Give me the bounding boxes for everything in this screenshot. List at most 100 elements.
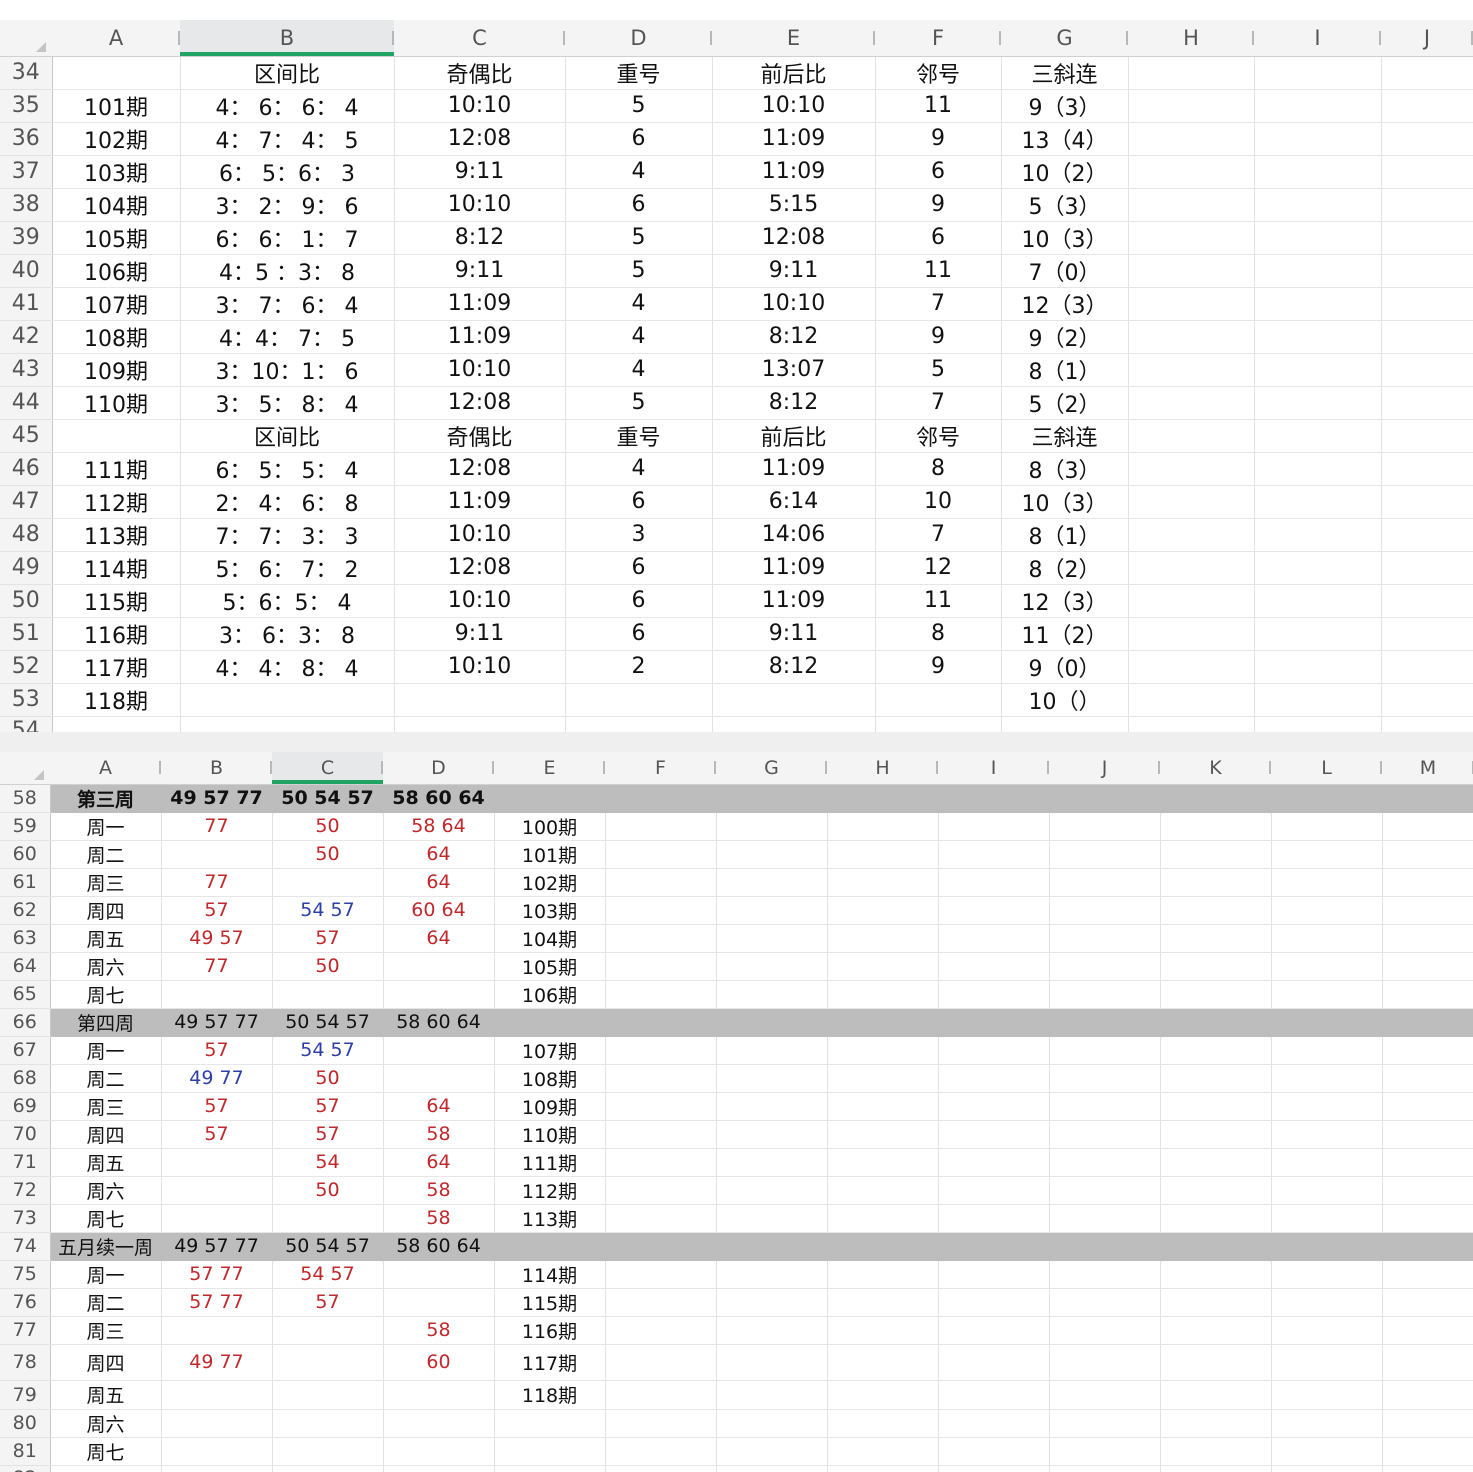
cell-i36[interactable] <box>1254 122 1382 156</box>
top-column-header-h[interactable]: H <box>1128 20 1254 57</box>
cell-j59[interactable] <box>1049 812 1161 841</box>
cell-c73[interactable] <box>272 1204 384 1233</box>
cell-h76[interactable] <box>827 1288 939 1317</box>
cell-b76[interactable]: 57 77 <box>161 1288 273 1317</box>
cell-g61[interactable] <box>716 868 828 897</box>
cell-k63[interactable] <box>1160 924 1272 953</box>
cell-d35[interactable]: 5 <box>565 89 713 123</box>
cell-g73[interactable] <box>716 1204 828 1233</box>
row-header[interactable]: 42 <box>0 320 53 354</box>
cell-h38[interactable] <box>1128 188 1255 222</box>
bottom-column-header-e[interactable]: E <box>494 752 605 785</box>
cell-b66[interactable]: 49 57 77 <box>161 1008 273 1037</box>
bottom-column-header-m[interactable]: M <box>1382 752 1473 785</box>
cell-e59[interactable]: 100期 <box>494 812 606 841</box>
cell-d70[interactable]: 58 <box>383 1120 495 1149</box>
cell-d64[interactable] <box>383 952 495 981</box>
cell-j69[interactable] <box>1049 1092 1161 1121</box>
cell-f51[interactable]: 8 <box>875 617 1002 651</box>
cell-c70[interactable]: 57 <box>272 1120 384 1149</box>
cell-b73[interactable] <box>161 1204 273 1233</box>
cell-a44[interactable]: 110期 <box>52 386 181 420</box>
cell-h43[interactable] <box>1128 353 1255 387</box>
cell-g43[interactable]: 8（1） <box>1001 353 1129 387</box>
bottom-column-header-h[interactable]: H <box>827 752 938 785</box>
cell-m60[interactable] <box>1382 840 1473 869</box>
cell-b60[interactable] <box>161 840 273 869</box>
cell-b40[interactable]: 4：5 ：3： 8 <box>180 254 395 288</box>
cell-i72[interactable] <box>938 1176 1050 1205</box>
cell-g52[interactable]: 9（0） <box>1001 650 1129 684</box>
cell-h69[interactable] <box>827 1092 939 1121</box>
cell-b38[interactable]: 3： 2： 9： 6 <box>180 188 395 222</box>
cell-d40[interactable]: 5 <box>565 254 713 288</box>
cell-l69[interactable] <box>1271 1092 1383 1121</box>
cell-e75[interactable]: 114期 <box>494 1260 606 1289</box>
cell-k82[interactable] <box>1160 1465 1272 1472</box>
cell-a46[interactable]: 111期 <box>52 452 181 486</box>
cell-i51[interactable] <box>1254 617 1382 651</box>
cell-a81[interactable]: 周七 <box>50 1437 162 1466</box>
cell-l60[interactable] <box>1271 840 1383 869</box>
cell-e46[interactable]: 11:09 <box>712 452 876 486</box>
cell-j78[interactable] <box>1049 1344 1161 1381</box>
row-header[interactable]: 61 <box>0 868 51 897</box>
cell-b50[interactable]: 5：6：5： 4 <box>180 584 395 618</box>
cell-d75[interactable] <box>383 1260 495 1289</box>
cell-f76[interactable] <box>605 1288 717 1317</box>
cell-g47[interactable]: 10（3） <box>1001 485 1129 519</box>
cell-l72[interactable] <box>1271 1176 1383 1205</box>
cell-h48[interactable] <box>1128 518 1255 552</box>
cell-i41[interactable] <box>1254 287 1382 321</box>
row-header[interactable]: 69 <box>0 1092 51 1121</box>
cell-i71[interactable] <box>938 1148 1050 1177</box>
cell-j34[interactable] <box>1381 56 1473 90</box>
cell-d71[interactable]: 64 <box>383 1148 495 1177</box>
cell-g67[interactable] <box>716 1036 828 1065</box>
cell-b36[interactable]: 4： 7： 4： 5 <box>180 122 395 156</box>
cell-b72[interactable] <box>161 1176 273 1205</box>
cell-h73[interactable] <box>827 1204 939 1233</box>
cell-h80[interactable] <box>827 1409 939 1438</box>
cell-f60[interactable] <box>605 840 717 869</box>
cell-i67[interactable] <box>938 1036 1050 1065</box>
cell-b63[interactable]: 49 57 <box>161 924 273 953</box>
cell-k58[interactable] <box>1160 784 1272 813</box>
cell-i47[interactable] <box>1254 485 1382 519</box>
cell-f53[interactable] <box>875 683 1002 717</box>
cell-c52[interactable]: 10:10 <box>394 650 566 684</box>
cell-j76[interactable] <box>1049 1288 1161 1317</box>
cell-m63[interactable] <box>1382 924 1473 953</box>
cell-g35[interactable]: 9（3） <box>1001 89 1129 123</box>
row-header[interactable]: 64 <box>0 952 51 981</box>
cell-d69[interactable]: 64 <box>383 1092 495 1121</box>
cell-c74[interactable]: 50 54 57 <box>272 1232 384 1261</box>
cell-k77[interactable] <box>1160 1316 1272 1345</box>
cell-h41[interactable] <box>1128 287 1255 321</box>
cell-b47[interactable]: 2： 4： 6： 8 <box>180 485 395 519</box>
cell-c58[interactable]: 50 54 57 <box>272 784 384 813</box>
cell-b46[interactable]: 6： 5： 5： 4 <box>180 452 395 486</box>
cell-a37[interactable]: 103期 <box>52 155 181 189</box>
cell-d41[interactable]: 4 <box>565 287 713 321</box>
cell-g53[interactable]: 10（） <box>1001 683 1129 717</box>
cell-i63[interactable] <box>938 924 1050 953</box>
cell-f58[interactable] <box>605 784 717 813</box>
cell-d43[interactable]: 4 <box>565 353 713 387</box>
cell-k76[interactable] <box>1160 1288 1272 1317</box>
cell-b71[interactable] <box>161 1148 273 1177</box>
cell-h46[interactable] <box>1128 452 1255 486</box>
cell-g72[interactable] <box>716 1176 828 1205</box>
cell-d39[interactable]: 5 <box>565 221 713 255</box>
cell-h77[interactable] <box>827 1316 939 1345</box>
row-header[interactable]: 49 <box>0 551 53 585</box>
cell-d74[interactable]: 58 60 64 <box>383 1232 495 1261</box>
cell-g58[interactable] <box>716 784 828 813</box>
cell-b65[interactable] <box>161 980 273 1009</box>
cell-d66[interactable]: 58 60 64 <box>383 1008 495 1037</box>
cell-a67[interactable]: 周一 <box>50 1036 162 1065</box>
cell-b54[interactable] <box>180 716 395 732</box>
cell-e82[interactable] <box>494 1465 606 1472</box>
cell-f48[interactable]: 7 <box>875 518 1002 552</box>
top-column-header-b[interactable]: B <box>180 20 394 57</box>
